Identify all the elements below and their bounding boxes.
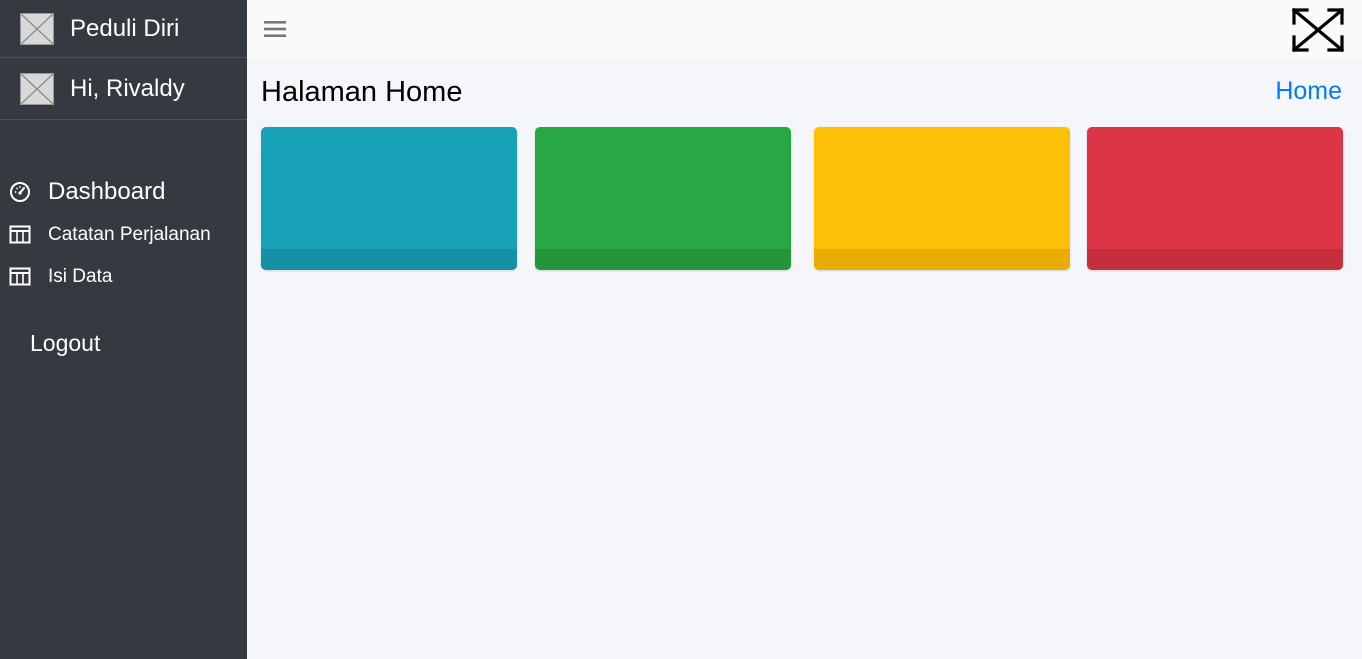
card-footer-link[interactable]: [261, 249, 517, 270]
card-footer-link[interactable]: [1087, 249, 1343, 270]
broken-image-icon: [20, 12, 54, 45]
brand-link[interactable]: Peduli Diri: [0, 0, 247, 58]
expand-arrows-icon[interactable]: [1290, 6, 1346, 54]
card-footer-link[interactable]: [535, 249, 791, 270]
sidebar-item-dashboard[interactable]: Dashboard: [0, 170, 247, 214]
sidebar-nav: Dashboard Catatan Perjalanan Isi Data: [0, 170, 247, 298]
card-body: [261, 127, 517, 249]
top-navbar: [247, 0, 1362, 58]
card-footer-link[interactable]: [814, 249, 1070, 270]
card-body: [814, 127, 1070, 249]
page-title: Halaman Home: [261, 76, 463, 108]
card-body: [1087, 127, 1343, 249]
breadcrumb-home[interactable]: Home: [1275, 77, 1342, 106]
user-panel[interactable]: Hi, Rivaldy: [0, 58, 247, 120]
card-body: [535, 127, 791, 249]
sidebar: Peduli Diri Hi, Rivaldy Dashboard Catata…: [0, 0, 247, 659]
logout-link[interactable]: Logout: [30, 330, 100, 357]
broken-image-icon: [20, 72, 54, 105]
sidebar-item-label: Isi Data: [48, 266, 113, 287]
info-card-yellow: [814, 127, 1070, 270]
table-icon: [9, 267, 31, 286]
info-card-green: [535, 127, 791, 270]
user-name: Hi, Rivaldy: [70, 74, 185, 102]
dashboard-gauge-icon: [10, 182, 30, 202]
sidebar-item-isi-data[interactable]: Isi Data: [0, 256, 247, 298]
sidebar-item-label: Catatan Perjalanan: [48, 224, 211, 245]
hamburger-icon[interactable]: [264, 19, 286, 39]
info-card-teal: [261, 127, 517, 270]
table-icon: [9, 225, 31, 244]
sidebar-item-label: Dashboard: [48, 178, 166, 205]
info-card-red: [1087, 127, 1343, 270]
sidebar-item-catatan-perjalanan[interactable]: Catatan Perjalanan: [0, 214, 247, 256]
brand-text: Peduli Diri: [70, 14, 180, 42]
